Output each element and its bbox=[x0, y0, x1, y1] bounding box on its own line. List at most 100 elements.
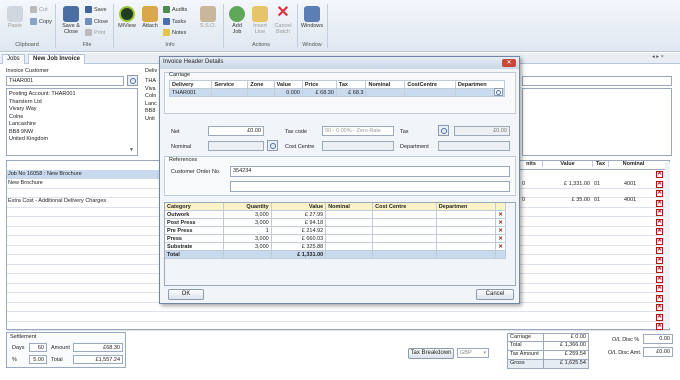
dialog-close-button[interactable]: ✕ bbox=[502, 59, 516, 67]
delete-row-icon[interactable]: ✕ bbox=[656, 218, 663, 226]
category-department[interactable] bbox=[435, 218, 497, 227]
category-value[interactable]: £ 27.99 bbox=[270, 210, 327, 219]
carriage-cell[interactable]: 0.000 bbox=[273, 88, 303, 97]
amount-field[interactable]: £68.30 bbox=[73, 343, 123, 352]
category-qty[interactable]: 3,000 bbox=[222, 234, 272, 243]
delete-icon[interactable]: ✕ bbox=[498, 228, 503, 234]
cancel-button[interactable]: Cancel bbox=[476, 289, 514, 300]
tasks-button[interactable]: Tasks bbox=[163, 18, 186, 25]
settlement-total-field[interactable]: £1,557.24 bbox=[73, 355, 123, 364]
customer-order-field[interactable]: 354234 bbox=[230, 166, 510, 177]
carriage-cell[interactable] bbox=[247, 88, 275, 97]
carriage-cell[interactable] bbox=[365, 88, 406, 97]
tax-code-select[interactable]: 00 - 0.00% - Zero Rate bbox=[322, 126, 394, 136]
add-job-button[interactable]: Add Job bbox=[227, 6, 247, 35]
lines-scrollbar[interactable] bbox=[665, 162, 670, 328]
carriage-cell[interactable] bbox=[211, 88, 249, 97]
category-qty[interactable]: 3,000 bbox=[222, 242, 272, 251]
delete-row-icon[interactable]: ✕ bbox=[656, 237, 663, 245]
category-value[interactable]: £ 214.92 bbox=[270, 226, 327, 235]
save-close-button[interactable]: Save & Close bbox=[59, 6, 83, 35]
tab-nav-arrows[interactable]: ◂ ▸ × bbox=[652, 54, 664, 60]
customer-lookup-button[interactable] bbox=[127, 75, 138, 86]
category-value[interactable]: £ 94.18 bbox=[270, 218, 327, 227]
notes-button[interactable]: Notes bbox=[163, 29, 186, 36]
cost-centre-field[interactable] bbox=[322, 141, 394, 151]
category-cost-centre[interactable] bbox=[372, 226, 437, 235]
delete-row-icon[interactable]: ✕ bbox=[656, 313, 663, 321]
carriage-cell[interactable] bbox=[404, 88, 456, 97]
nominal-field[interactable] bbox=[208, 141, 264, 151]
delete-row-icon[interactable]: ✕ bbox=[656, 275, 663, 283]
category-value[interactable]: £ 325.88 bbox=[270, 242, 327, 251]
delete-row-icon[interactable]: ✕ bbox=[656, 228, 663, 235]
category-nominal[interactable] bbox=[325, 218, 374, 227]
tax-field[interactable]: £0.00 bbox=[454, 126, 510, 136]
delete-row-icon[interactable]: ✕ bbox=[656, 180, 663, 188]
carriage-cell[interactable]: £ 68.3 bbox=[335, 88, 367, 97]
category-cost-centre[interactable] bbox=[372, 242, 437, 251]
delete-row-icon[interactable]: ✕ bbox=[656, 285, 663, 292]
disc-amt-field[interactable]: £0.00 bbox=[643, 347, 673, 357]
category-cost-centre[interactable] bbox=[372, 218, 437, 227]
tab-jobs[interactable]: Jobs bbox=[2, 54, 25, 64]
delete-row-icon[interactable]: ✕ bbox=[656, 256, 663, 264]
category-qty[interactable]: 3,000 bbox=[222, 210, 272, 219]
category-qty[interactable]: 3,000 bbox=[222, 218, 272, 227]
net-field[interactable]: £0.00 bbox=[208, 126, 264, 136]
paste-button[interactable]: Paste bbox=[4, 6, 26, 29]
category-nominal[interactable] bbox=[325, 234, 374, 243]
cut-button[interactable]: Cut bbox=[30, 6, 48, 13]
category-department[interactable] bbox=[435, 226, 497, 235]
nominal-lookup-button[interactable] bbox=[267, 140, 278, 151]
invoice-customer-field[interactable]: THAR001 bbox=[6, 76, 124, 86]
tab-new-job-invoice[interactable]: New Job Invoice bbox=[28, 54, 86, 64]
ok-button[interactable]: OK bbox=[168, 289, 204, 300]
windows-button[interactable]: Windows bbox=[300, 6, 324, 29]
miview-button[interactable]: MiView bbox=[116, 6, 138, 29]
delete-icon[interactable]: ✕ bbox=[498, 212, 503, 218]
carriage-cell[interactable]: THAR001 bbox=[168, 88, 213, 97]
pct-field[interactable]: 5.00 bbox=[29, 355, 47, 364]
delete-icon[interactable]: ✕ bbox=[498, 244, 503, 250]
sso-button[interactable]: S.S.O. bbox=[198, 6, 218, 29]
header-field[interactable] bbox=[522, 76, 672, 86]
cancel-batch-button[interactable]: ✕ Cancel Batch bbox=[272, 5, 294, 36]
delete-row-icon[interactable]: ✕ bbox=[656, 171, 663, 178]
category-qty[interactable]: 1 bbox=[222, 226, 272, 235]
category-nominal[interactable] bbox=[325, 226, 374, 235]
save-button[interactable]: Save bbox=[85, 6, 107, 13]
category-cost-centre[interactable] bbox=[372, 210, 437, 219]
category-nominal[interactable] bbox=[325, 242, 374, 251]
print-button[interactable]: Print bbox=[85, 29, 105, 36]
chevron-down-icon[interactable]: ▼ bbox=[129, 147, 134, 153]
delete-row-icon[interactable]: ✕ bbox=[656, 304, 663, 311]
delete-row-icon[interactable]: ✕ bbox=[656, 294, 663, 302]
delete-row-icon[interactable]: ✕ bbox=[656, 209, 663, 216]
reference-field-2[interactable] bbox=[230, 181, 510, 192]
category-department[interactable] bbox=[435, 242, 497, 251]
tax-lookup-button[interactable] bbox=[438, 125, 449, 136]
days-field[interactable]: 60 bbox=[29, 343, 47, 352]
audits-button[interactable]: Audits bbox=[163, 6, 187, 13]
tax-breakdown-button[interactable]: Tax Breakdown bbox=[408, 348, 454, 359]
disc-pct-field[interactable]: 0.00 bbox=[643, 334, 673, 344]
carriage-lookup-button[interactable] bbox=[494, 88, 503, 96]
category-cost-centre[interactable] bbox=[372, 234, 437, 243]
delete-icon[interactable]: ✕ bbox=[498, 236, 503, 242]
close-button[interactable]: Close bbox=[85, 18, 108, 25]
category-department[interactable] bbox=[435, 210, 497, 219]
delete-row-icon[interactable]: ✕ bbox=[656, 323, 663, 330]
insert-line-button[interactable]: Insert Line bbox=[250, 6, 270, 35]
category-nominal[interactable] bbox=[325, 210, 374, 219]
copy-button[interactable]: Copy bbox=[30, 18, 52, 25]
delete-row-icon[interactable]: ✕ bbox=[656, 266, 663, 273]
category-department[interactable] bbox=[435, 234, 497, 243]
delete-row-icon[interactable]: ✕ bbox=[656, 247, 663, 254]
attach-button[interactable]: Attach bbox=[140, 6, 160, 29]
delete-row-icon[interactable]: ✕ bbox=[656, 199, 663, 207]
carriage-cell[interactable]: £ 68.30 bbox=[301, 88, 337, 97]
department-field[interactable] bbox=[438, 141, 510, 151]
line-description[interactable]: Job No 16058 : New Brochure bbox=[8, 170, 158, 179]
currency-select[interactable]: GBP ▾ bbox=[457, 348, 489, 358]
